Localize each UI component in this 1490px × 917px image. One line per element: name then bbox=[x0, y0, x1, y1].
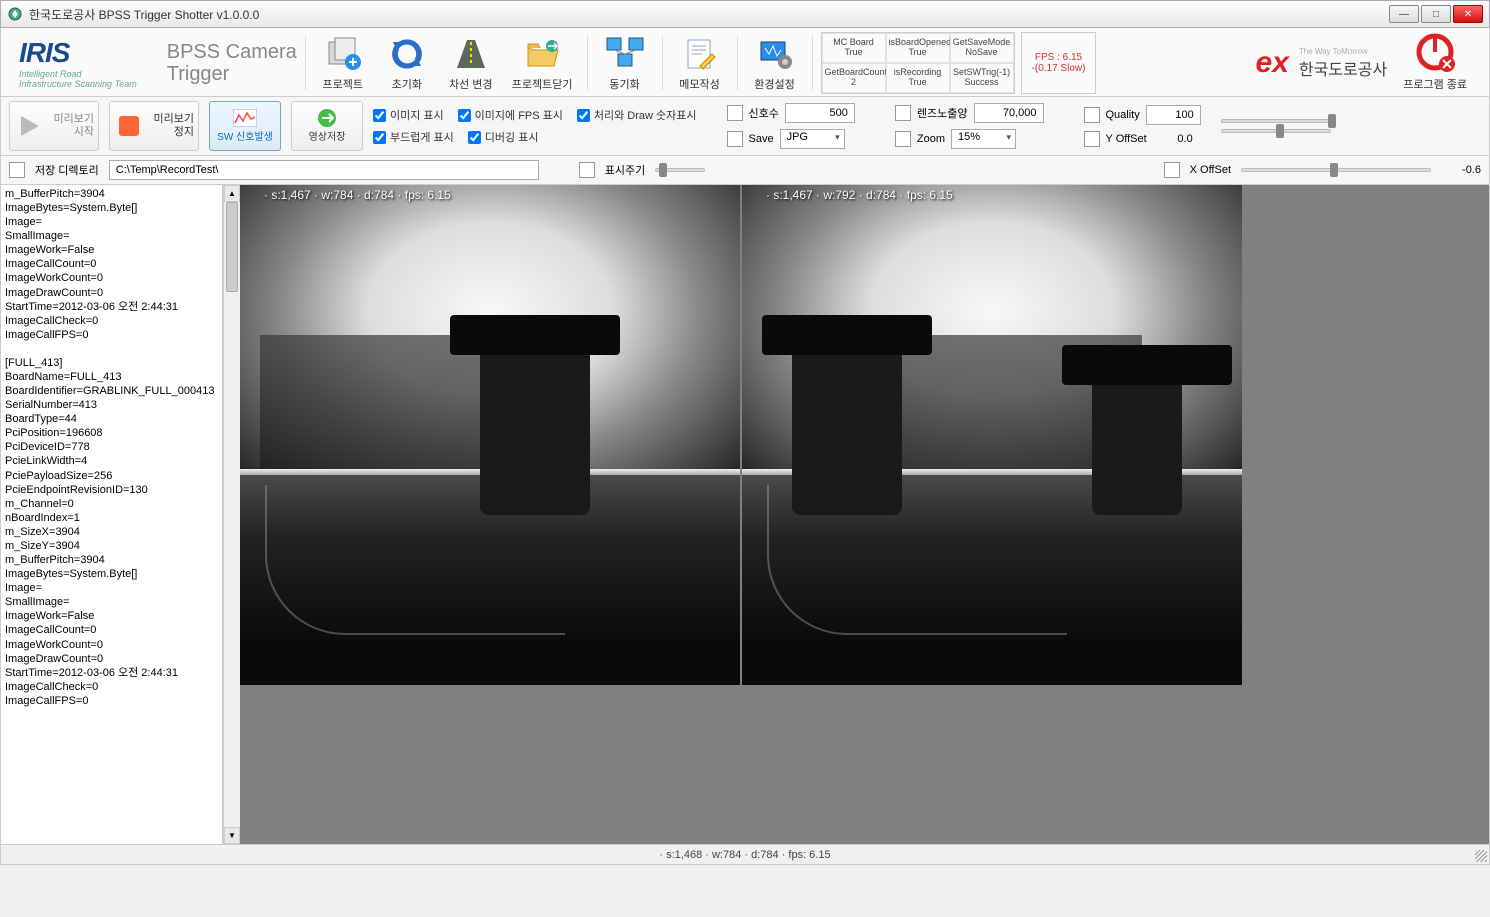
zoom-label: Zoom bbox=[917, 133, 945, 145]
status-boardopened: isBoardOpenedTrue bbox=[886, 33, 950, 63]
quality-slider[interactable] bbox=[1221, 119, 1331, 123]
xoffset-slider[interactable] bbox=[1241, 168, 1431, 172]
ribbon-close-project[interactable]: 프로젝트닫기 bbox=[506, 32, 579, 94]
chk-fps-on-image[interactable]: 이미지에 FPS 표시 bbox=[458, 107, 563, 123]
sync-icon bbox=[605, 34, 645, 74]
camera-image-left bbox=[240, 185, 740, 685]
refresh-icon bbox=[387, 34, 427, 74]
cycle-slider[interactable] bbox=[655, 168, 705, 172]
exit-icon bbox=[1415, 34, 1455, 74]
settings-icon bbox=[755, 34, 795, 74]
stop-icon bbox=[114, 111, 144, 141]
status-recording: isRecordingTrue bbox=[886, 63, 950, 93]
log-panel: m_BufferPitch=3904 ImageBytes=System.Byt… bbox=[1, 185, 223, 844]
save-format-dropdown[interactable]: JPG bbox=[780, 129, 845, 149]
yoffset-label: Y OffSet bbox=[1106, 133, 1147, 145]
ribbon-sync[interactable]: 동기화 bbox=[596, 32, 654, 94]
brand-logo-block: IRIS Intelligent RoadInfrastructure Scan… bbox=[9, 32, 147, 94]
ribbon-project[interactable]: 프로젝트 bbox=[314, 32, 372, 94]
status-savemode: GetSaveModeNoSave bbox=[950, 33, 1014, 63]
play-icon bbox=[14, 111, 44, 141]
titlebar: 한국도로공사 BPSS Trigger Shotter v1.0.0.0 — □… bbox=[0, 0, 1490, 28]
ribbon-settings[interactable]: 환경설정 bbox=[746, 32, 804, 94]
save-arrow-icon bbox=[312, 106, 342, 130]
kec-logo: The Way ToMorrow 한국도로공사 bbox=[1299, 47, 1387, 80]
zoom-toggle[interactable] bbox=[895, 131, 911, 147]
road-icon bbox=[451, 34, 491, 74]
status-mcboard: MC BoardTrue bbox=[822, 33, 886, 63]
yoffset-slider[interactable] bbox=[1221, 129, 1331, 133]
signal-count-toggle[interactable] bbox=[727, 105, 743, 121]
project-icon bbox=[323, 34, 363, 74]
window-title: 한국도로공사 BPSS Trigger Shotter v1.0.0.0 bbox=[29, 6, 259, 23]
chk-draw-numbers[interactable]: 처리와 Draw 숫자표시 bbox=[577, 107, 697, 123]
iris-sub: Intelligent RoadInfrastructure Scanning … bbox=[19, 69, 137, 89]
left-image-overlay: · s:1,467 · w:784 · d:784 · fps: 6.15 bbox=[258, 185, 457, 205]
ex-logo: ex bbox=[1256, 46, 1289, 80]
lens-input[interactable] bbox=[974, 103, 1044, 123]
chk-show-image[interactable]: 이미지 표시 bbox=[373, 107, 444, 123]
right-image-overlay: · s:1,467 · w:792 · d:784 · fps: 6.15 bbox=[760, 185, 959, 205]
app-icon bbox=[7, 6, 23, 22]
statusbar: · s:1,468 · w:784 · d:784 · fps: 6.15 bbox=[0, 845, 1490, 865]
quality-toggle[interactable] bbox=[1084, 107, 1100, 123]
ribbon: IRIS Intelligent RoadInfrastructure Scan… bbox=[0, 28, 1490, 97]
ribbon-lane-change[interactable]: 차선 변경 bbox=[442, 32, 500, 94]
app-title: BPSS CameraTrigger bbox=[153, 41, 297, 85]
close-button[interactable]: ✕ bbox=[1453, 5, 1483, 23]
cycle-label: 표시주기 bbox=[605, 162, 645, 178]
iris-logo: IRIS bbox=[19, 37, 137, 69]
xoffset-label: X OffSet bbox=[1190, 164, 1231, 176]
minimize-button[interactable]: — bbox=[1389, 5, 1419, 23]
savedir-input[interactable] bbox=[109, 160, 539, 180]
lens-label: 렌즈노출양 bbox=[917, 105, 968, 121]
content-area: m_BufferPitch=3904 ImageBytes=System.Byt… bbox=[0, 185, 1490, 845]
image-viewer: · s:1,467 · w:784 · d:784 · fps: 6.15 · … bbox=[240, 185, 1489, 844]
log-scrollbar[interactable]: ▲ ▼ bbox=[223, 185, 240, 844]
quality-label: Quality bbox=[1106, 109, 1140, 121]
signal-count-input[interactable] bbox=[785, 103, 855, 123]
memo-icon bbox=[680, 34, 720, 74]
preview-start-button[interactable]: 미리보기시작 bbox=[9, 101, 99, 151]
ribbon-memo[interactable]: 메모작성 bbox=[671, 32, 729, 94]
ribbon-exit[interactable]: 프로그램 종료 bbox=[1397, 32, 1473, 94]
maximize-button[interactable]: □ bbox=[1421, 5, 1451, 23]
savedir-toggle[interactable] bbox=[9, 162, 25, 178]
chk-debug[interactable]: 디버깅 표시 bbox=[468, 129, 539, 145]
camera-image-right bbox=[742, 185, 1242, 685]
status-boardcount: GetBoardCount2 bbox=[822, 63, 886, 93]
savedir-label: 저장 디렉토리 bbox=[35, 162, 99, 178]
folder-close-icon bbox=[522, 34, 562, 74]
save-toggle[interactable] bbox=[727, 131, 743, 147]
path-bar: 저장 디렉토리 표시주기 X OffSet -0.6 bbox=[0, 156, 1490, 185]
chk-smooth[interactable]: 부드럽게 표시 bbox=[373, 129, 454, 145]
zoom-dropdown[interactable]: 15% bbox=[951, 129, 1016, 149]
save-video-button[interactable]: 영상저장 bbox=[291, 101, 363, 151]
xoffset-value: -0.6 bbox=[1441, 164, 1481, 176]
ribbon-init[interactable]: 초기화 bbox=[378, 32, 436, 94]
fps-box: FPS : 6.15 -(0.17 Slow) bbox=[1021, 32, 1097, 94]
yoffset-value: 0.0 bbox=[1153, 133, 1193, 145]
sw-signal-button[interactable]: SW 신호발생 bbox=[209, 101, 281, 151]
signal-count-label: 신호수 bbox=[749, 105, 779, 121]
statusbar-text: · s:1,468 · w:784 · d:784 · fps: 6.15 bbox=[659, 849, 830, 861]
yoffset-toggle[interactable] bbox=[1084, 131, 1100, 147]
preview-stop-button[interactable]: 미리보기정지 bbox=[109, 101, 199, 151]
status-grid: MC BoardTrue isBoardOpenedTrue GetSaveMo… bbox=[821, 32, 1015, 94]
cycle-toggle[interactable] bbox=[579, 162, 595, 178]
xoffset-toggle[interactable] bbox=[1164, 162, 1180, 178]
status-swtrig: SetSWTrig(-1)Success bbox=[950, 63, 1014, 93]
signal-icon bbox=[230, 106, 260, 130]
quality-input[interactable] bbox=[1146, 105, 1201, 125]
save-label: Save bbox=[749, 133, 774, 145]
control-bar: 미리보기시작 미리보기정지 SW 신호발생 영상저장 이미지 표시 이미지에 F… bbox=[0, 97, 1490, 156]
lens-toggle[interactable] bbox=[895, 105, 911, 121]
